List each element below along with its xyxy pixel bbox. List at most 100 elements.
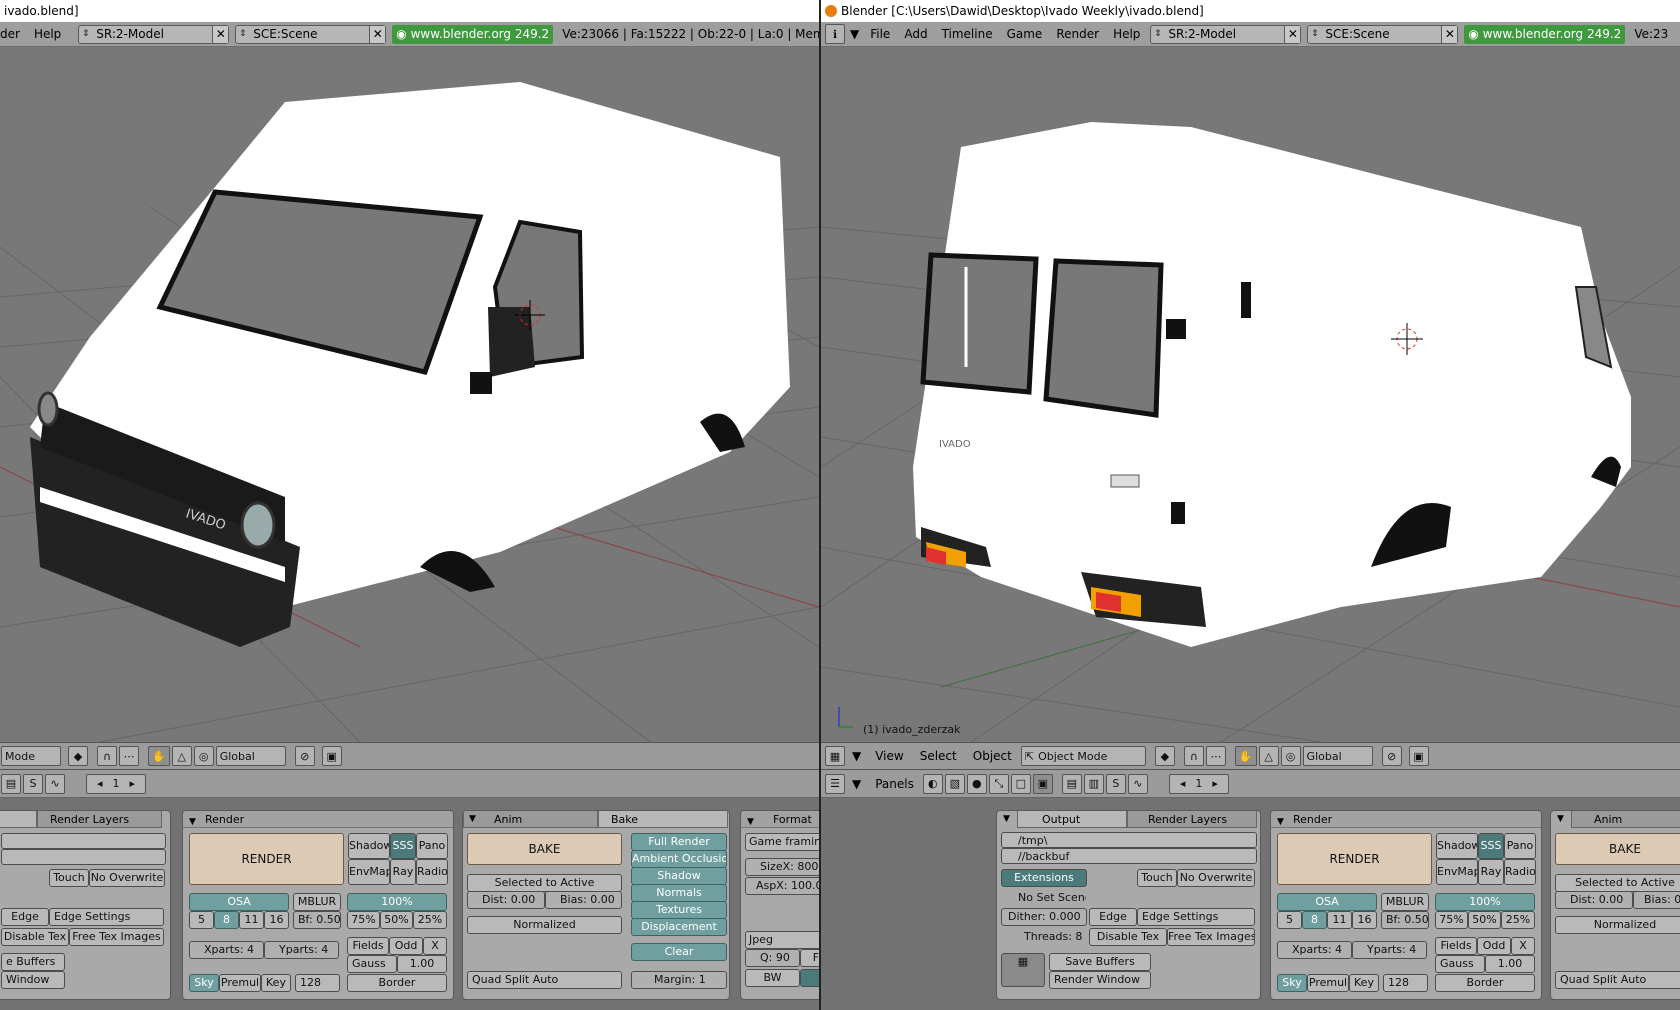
save-buffers-button[interactable]: e Buffers [1,953,65,971]
gauss-select[interactable]: Gauss [1435,955,1485,973]
radio-toggle[interactable]: Radio [416,859,448,885]
info-icon[interactable]: ℹ [825,24,845,44]
panels-menu[interactable]: Panels [867,777,922,791]
close-icon[interactable]: ✕ [369,25,386,43]
odd-toggle[interactable]: Odd [1477,937,1511,955]
rgb-toggle[interactable] [800,969,819,987]
menu-select[interactable]: Select [912,749,965,763]
osa-8[interactable]: 8 [214,911,239,929]
collapse-icon[interactable]: ▼ [469,814,476,824]
left-3d-viewport[interactable]: IVADO [0,47,819,742]
bias-field[interactable]: Bias: 0.00 [545,891,622,909]
mode-select[interactable]: Mode [1,746,61,766]
edge-settings-button[interactable]: Edge Settings [49,908,164,926]
scale-icon[interactable]: ◎ [1280,746,1301,766]
size-25[interactable]: 25% [1501,911,1535,929]
size-100[interactable]: 100% [347,893,447,911]
ray-toggle[interactable]: Ray [390,859,416,885]
collapse-icon[interactable]: ▼ [1003,814,1010,824]
quad-split-select[interactable]: Quad Split Auto [467,971,622,989]
frame-field[interactable]: ◂ 1 ▸ [86,773,146,794]
shadow-toggle[interactable]: Shadow [1436,833,1478,859]
backbuf-path-field[interactable]: //backbuf [1001,848,1257,864]
gauss-select[interactable]: Gauss [347,955,397,973]
scene-select[interactable]: ⇕ SCE:Scene ✕ [1307,24,1459,44]
bf-field[interactable]: Bf: 0.50 [1381,911,1429,929]
bf-field[interactable]: Bf: 0.50 [293,911,341,929]
bits-select[interactable]: 128 [295,974,340,992]
right-3d-viewport[interactable]: IVADO (1) ivado_zderzak [821,47,1680,742]
shadow-option[interactable]: Shadow [631,867,727,885]
size-50[interactable]: 50% [380,911,413,929]
ambient-occlusion-option[interactable]: Ambient Occlusion [631,850,727,868]
tab-anim[interactable]: Anim [463,811,598,828]
menu-add[interactable]: Add [897,22,934,46]
curve-icon[interactable]: S [23,773,43,794]
bake-button[interactable]: BAKE [1555,833,1680,865]
close-icon[interactable]: ✕ [1441,25,1458,43]
clear-toggle[interactable]: Clear [631,943,727,961]
dist-field[interactable]: Dist: 0.00 [467,891,545,909]
layer-lock-icon[interactable]: ⊘ [1381,746,1402,766]
screen-select[interactable]: ⇕ SR:2-Model ✕ [78,24,230,44]
margin-field[interactable]: Margin: 1 [631,971,727,989]
quality-field[interactable]: Q: 90 [745,949,800,967]
backbuf-path-field[interactable] [1,849,166,865]
output-path-field[interactable] [1,833,166,849]
tab-output[interactable] [0,811,37,828]
envmap-toggle[interactable]: EnvMap [1436,859,1478,885]
envmap-toggle[interactable]: EnvMap [348,859,390,885]
no-set-scene-select[interactable]: No Set Scene [1001,889,1087,907]
border-toggle[interactable]: Border [1435,974,1535,992]
sss-toggle[interactable]: SSS [1478,833,1504,859]
menu-help[interactable]: Help [27,22,68,46]
odd-toggle[interactable]: Odd [389,937,423,955]
osa-5[interactable]: 5 [189,911,214,929]
aspx-field[interactable]: AspX: 100.00 [745,877,819,895]
pano-toggle[interactable]: Pano [416,833,448,859]
normalized-toggle[interactable]: Normalized [467,916,622,934]
blender-url-badge[interactable]: ◉ www.blender.org 249.2 [392,24,554,44]
tab-render-layers[interactable]: Render Layers [1127,811,1257,828]
render-button[interactable]: RENDER [189,833,344,885]
xparts-field[interactable]: Xparts: 4 [189,941,264,959]
script-icon[interactable]: ▧ [944,773,965,794]
edge-button[interactable]: Edge [1089,908,1137,926]
tab-output[interactable]: Output [1017,811,1127,828]
mblur-toggle[interactable]: MBLUR [1381,893,1429,911]
fields-toggle[interactable]: Fields [1435,937,1477,955]
osa-toggle[interactable]: OSA [189,893,289,911]
tab-render-layers[interactable]: Render Layers [37,811,162,828]
shading-icon[interactable]: ● [966,773,987,794]
selected-to-active-toggle[interactable]: Selected to Active [1555,874,1680,892]
disable-tex-button[interactable]: Disable Tex [1,928,69,946]
gauss-value-field[interactable]: 1.00 [1485,955,1535,973]
menu-help[interactable]: Help [1106,22,1147,46]
touch-button[interactable]: Touch [49,869,89,887]
sss-toggle[interactable]: SSS [390,833,416,859]
render-window-select[interactable]: Render Window [1049,971,1151,989]
edge-settings-button[interactable]: Edge Settings [1137,908,1255,926]
collapse-icon[interactable]: ▼ [747,814,754,831]
collapse-icon[interactable]: ▼ [1557,814,1564,824]
editor-type-icon[interactable]: ▦ [825,746,845,766]
pano-toggle[interactable]: Pano [1504,833,1536,859]
no-overwrite-button[interactable]: No Overwrite [1177,869,1255,887]
size-25[interactable]: 25% [413,911,447,929]
snap-icon[interactable]: ⋯ [1205,746,1226,766]
orientation-select[interactable]: Global [215,746,286,766]
size-50[interactable]: 50% [1468,911,1501,929]
yparts-field[interactable]: Yparts: 4 [264,941,339,959]
close-icon[interactable]: ✕ [212,25,229,43]
object-icon[interactable]: ⤡ [988,773,1009,794]
no-overwrite-button[interactable]: No Overwrite [89,869,165,887]
snap-icon[interactable]: ⋯ [119,746,139,766]
collapse-icon[interactable]: ▼ [189,814,196,831]
curve-icon[interactable]: S [1105,773,1126,794]
rotate-icon[interactable]: △ [171,746,192,766]
close-icon[interactable]: ✕ [1284,25,1301,43]
bias-field[interactable]: Bias: 0 [1633,891,1680,909]
menu-collapse-icon[interactable]: ▼ [846,22,863,46]
mblur-toggle[interactable]: MBLUR [293,893,341,911]
rotate-icon[interactable]: △ [1258,746,1279,766]
